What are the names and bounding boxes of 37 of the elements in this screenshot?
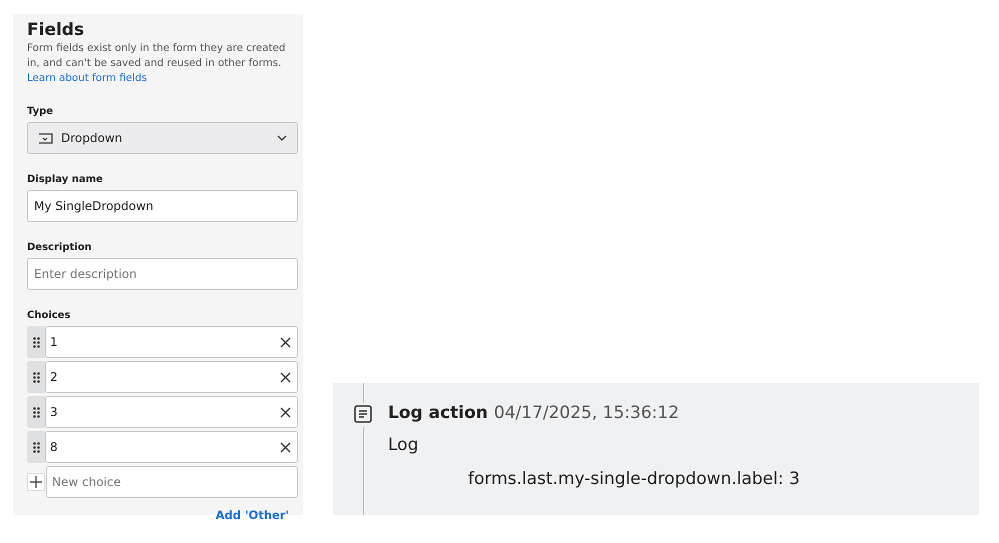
drag-handle[interactable] <box>27 326 45 358</box>
description-text: Form fields exist only in the form they are created in, and can't be saved and reused in other forms. Learn about form fields <box>27 41 286 86</box>
chevron-icon <box>277 135 287 141</box>
close-icon[interactable] <box>280 406 291 418</box>
log-icon <box>354 405 372 423</box>
plus-icon <box>30 476 42 488</box>
log-title: Log action <box>388 403 488 423</box>
description-label: Description <box>27 242 92 253</box>
new-choice-field[interactable]: New choice <box>46 466 298 498</box>
choice-field[interactable]: 2 <box>45 361 298 393</box>
close-icon[interactable] <box>280 442 291 452</box>
grip-icon <box>32 442 40 452</box>
display-name-label: Display name <box>27 174 103 185</box>
log-timestamp: 04/17/2025, 15:36:12 <box>494 403 680 423</box>
add-other-link[interactable]: Add 'Other' <box>216 508 289 522</box>
log-message: Log <box>388 435 418 455</box>
panel-title: Fields <box>27 20 86 40</box>
log-detail: forms.last.my-single-dropdown.label: 3 <box>468 469 800 489</box>
choice-field[interactable]: 8 <box>45 431 298 463</box>
grip-icon <box>32 336 40 348</box>
close-icon[interactable] <box>280 336 291 348</box>
grip-icon <box>32 372 40 382</box>
choices-label: Choices <box>27 310 70 321</box>
choice-field[interactable]: 3 <box>45 396 298 428</box>
dropdown-type-icon <box>38 132 53 144</box>
type-label: Type <box>27 106 54 117</box>
grip-icon <box>32 406 40 418</box>
learn-link[interactable]: Learn about form fields <box>27 72 147 84</box>
drag-handle[interactable] <box>27 396 45 428</box>
drag-handle[interactable] <box>27 431 45 463</box>
display-name-field[interactable]: My SingleDropdown <box>27 190 298 222</box>
add-choice-button[interactable] <box>27 473 45 491</box>
description-field[interactable]: Enter description <box>27 258 298 290</box>
close-icon[interactable] <box>280 372 291 382</box>
choice-field[interactable]: 1 <box>45 326 298 358</box>
type-dropdown[interactable]: Dropdown <box>27 122 298 154</box>
drag-handle[interactable] <box>27 361 45 393</box>
